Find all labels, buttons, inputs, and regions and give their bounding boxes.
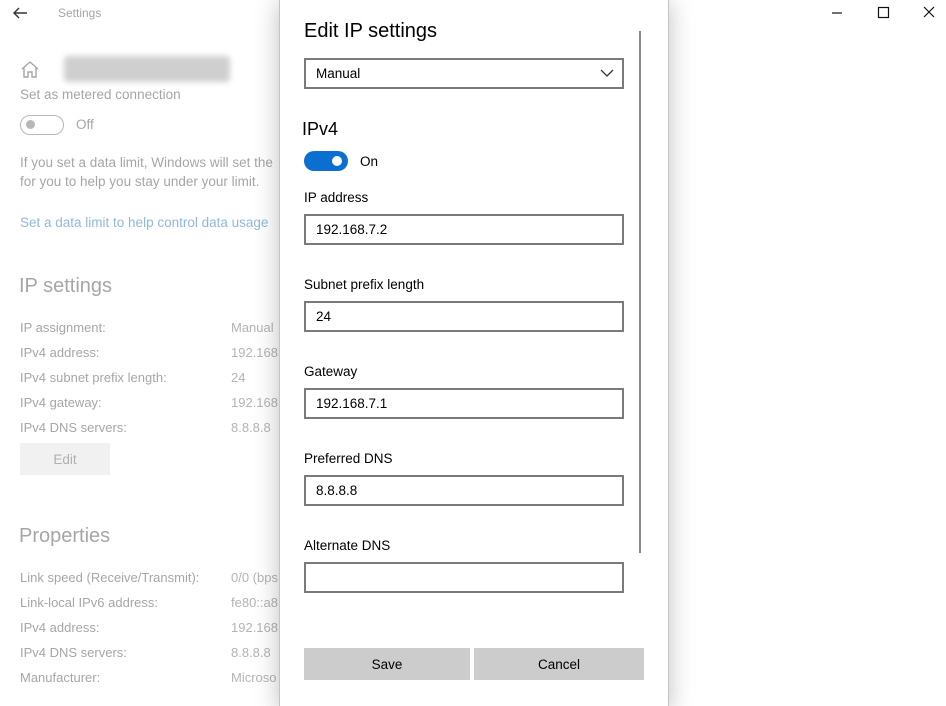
ipv4-gateway-value: 192.168. — [231, 395, 279, 410]
ipv4-dns-label: IPv4 DNS servers: — [20, 420, 127, 435]
alternate-dns-input[interactable] — [304, 562, 624, 593]
maximize-icon[interactable] — [872, 3, 894, 23]
edit-ip-settings-dialog: Edit IP settings Manual IPv4 On IP addre… — [280, 0, 668, 706]
close-icon[interactable] — [918, 3, 940, 23]
ipv4-subnet-value: 24 — [231, 370, 246, 385]
prop-ipv4-address-value: 192.168. — [231, 620, 279, 635]
metered-toggle-state: Off — [76, 117, 94, 132]
ip-address-input[interactable] — [304, 214, 624, 245]
ipv4-dns-value: 8.8.8.8 — [231, 420, 271, 435]
ipv4-address-label: IPv4 address: — [20, 345, 100, 360]
link-local-ipv6-label: Link-local IPv6 address: — [20, 595, 159, 610]
link-speed-label: Link speed (Receive/Transmit): — [20, 570, 200, 585]
ip-assignment-label: IP assignment: — [20, 320, 106, 335]
ip-mode-selected: Manual — [316, 66, 361, 81]
cancel-button[interactable]: Cancel — [474, 648, 644, 680]
link-local-ipv6-value: fe80::a8 — [231, 595, 278, 610]
prop-ipv4-address-label: IPv4 address: — [20, 620, 100, 635]
save-button[interactable]: Save — [304, 648, 470, 680]
gateway-label: Gateway — [304, 364, 358, 379]
ip-mode-dropdown[interactable]: Manual — [304, 58, 624, 89]
app-title: Settings — [58, 6, 102, 20]
ipv4-address-value: 192.168. — [231, 345, 279, 360]
blurred-network-name — [64, 56, 230, 82]
preferred-dns-label: Preferred DNS — [304, 451, 393, 466]
ipv4-subnet-label: IPv4 subnet prefix length: — [20, 370, 167, 385]
ipv4-toggle-state: On — [360, 154, 379, 169]
manufacturer-label: Manufacturer: — [20, 670, 101, 685]
ip-address-label: IP address — [304, 190, 369, 205]
back-arrow-icon[interactable] — [11, 4, 29, 22]
gateway-input[interactable] — [304, 388, 624, 419]
toggle-knob — [332, 156, 342, 166]
subnet-prefix-input[interactable] — [304, 301, 624, 332]
preferred-dns-input[interactable] — [304, 475, 624, 506]
toggle-knob — [26, 120, 35, 129]
minimize-icon[interactable] — [826, 3, 848, 23]
data-limit-description: If you set a data limit, Windows will se… — [20, 153, 282, 191]
edit-ip-button[interactable]: Edit — [20, 443, 110, 475]
ipv4-toggle[interactable] — [304, 151, 348, 171]
manufacturer-value: Microso — [231, 670, 277, 685]
prop-ipv4-dns-label: IPv4 DNS servers: — [20, 645, 127, 660]
dialog-scrollbar[interactable] — [639, 31, 641, 553]
metered-connection-label: Set as metered connection — [20, 87, 181, 102]
link-speed-value: 0/0 (bps — [231, 570, 278, 585]
home-icon[interactable] — [19, 59, 41, 79]
subnet-prefix-label: Subnet prefix length — [304, 277, 425, 292]
dialog-title: Edit IP settings — [304, 20, 438, 42]
properties-title: Properties — [19, 525, 111, 547]
prop-ipv4-dns-value: 8.8.8.8 — [231, 645, 271, 660]
metered-connection-toggle[interactable] — [20, 115, 64, 135]
alternate-dns-label: Alternate DNS — [304, 538, 391, 553]
ipv4-section-title: IPv4 — [302, 119, 339, 139]
chevron-down-icon — [600, 69, 614, 77]
data-limit-link[interactable]: Set a data limit to help control data us… — [20, 215, 282, 230]
data-limit-description-line-2: for you to help you stay under your limi… — [20, 174, 260, 189]
ipv4-gateway-label: IPv4 gateway: — [20, 395, 102, 410]
ip-settings-title: IP settings — [19, 275, 113, 297]
ip-assignment-value: Manual — [231, 320, 274, 335]
data-limit-description-line-1: If you set a data limit, Windows will se… — [20, 155, 273, 170]
